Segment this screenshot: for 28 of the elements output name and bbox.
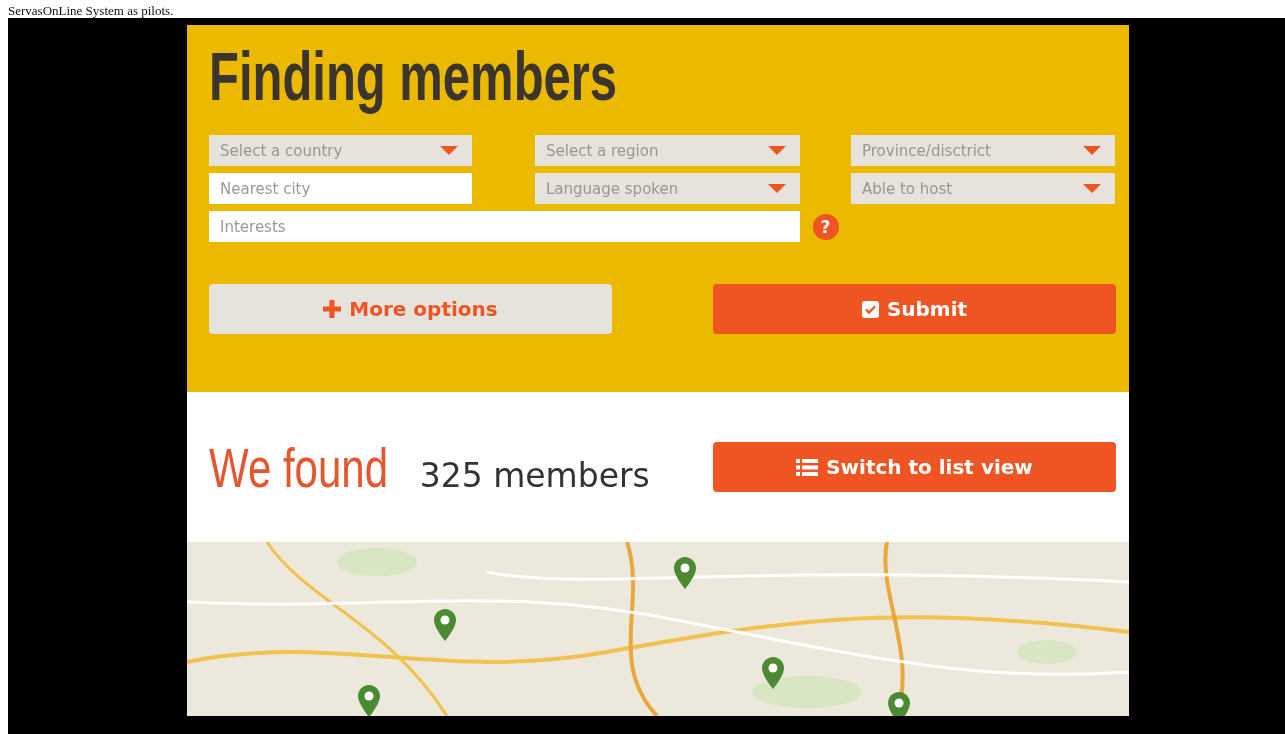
help-icon[interactable]: ? — [812, 213, 839, 240]
results-count: 325 members — [419, 455, 650, 495]
page-title: Finding members — [209, 37, 618, 116]
list-icon — [796, 458, 819, 476]
map-pin-icon[interactable] — [358, 685, 380, 716]
map-pin-icon[interactable] — [674, 557, 696, 589]
caret-icon — [440, 146, 458, 155]
select-field[interactable]: Select a country — [209, 135, 472, 166]
caption-text: ServasOnLine System as pilots. — [8, 2, 174, 19]
caret-icon — [1083, 146, 1101, 155]
input-field[interactable]: Nearest city — [209, 173, 472, 204]
map-pin-icon[interactable] — [434, 609, 456, 641]
input-field[interactable]: Interests — [209, 211, 800, 242]
submit-button[interactable]: Submit — [713, 284, 1116, 334]
select-field[interactable]: Able to host — [851, 173, 1115, 204]
map-pin-icon[interactable] — [762, 657, 784, 689]
caret-icon — [1083, 184, 1101, 193]
select-field[interactable]: Language spoken — [535, 173, 800, 204]
caret-icon — [768, 146, 786, 155]
select-field[interactable]: Province/disctrict — [851, 135, 1115, 166]
more-options-button[interactable]: More options — [209, 284, 612, 334]
results-title: We found — [209, 434, 388, 500]
select-field[interactable]: Select a region — [535, 135, 800, 166]
list-view-button[interactable]: Switch to list view — [713, 442, 1116, 492]
map-pin-icon[interactable] — [888, 692, 910, 716]
checkbox-icon — [861, 300, 879, 318]
caret-icon — [768, 184, 786, 193]
plus-icon — [323, 300, 342, 318]
